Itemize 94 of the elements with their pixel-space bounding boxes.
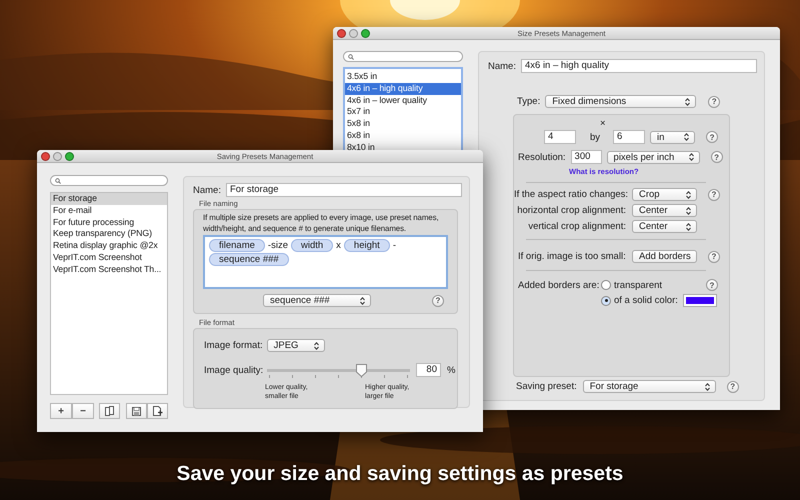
- dropdown[interactable]: JPEG: [266, 339, 325, 352]
- save-button[interactable]: [126, 403, 147, 419]
- help-button[interactable]: ?: [708, 188, 720, 200]
- dropdown[interactable]: Fixed dimensions: [545, 95, 696, 108]
- dropdown[interactable]: Crop: [632, 188, 697, 201]
- field-label: vertical crop alignment:: [527, 221, 626, 232]
- close-button[interactable]: [41, 152, 50, 160]
- field-label: Image format:: [204, 340, 263, 351]
- color-well[interactable]: [682, 294, 717, 307]
- separator-text: x: [336, 240, 341, 251]
- list-item[interactable]: 6x8 in: [345, 130, 461, 142]
- dropdown[interactable]: For storage: [582, 380, 716, 393]
- pages-icon: [105, 406, 114, 416]
- list-item[interactable]: VeprIT.com Screenshot: [51, 252, 167, 264]
- list-item[interactable]: For storage: [51, 193, 167, 205]
- radio-button[interactable]: [601, 296, 611, 306]
- height-field[interactable]: 6: [613, 130, 646, 144]
- list-item[interactable]: 5x7 in: [345, 106, 461, 118]
- help-button[interactable]: ?: [708, 96, 720, 108]
- search-icon: [55, 178, 61, 184]
- field-label: Type:: [517, 96, 540, 107]
- list-item[interactable]: 3.5x5 in: [345, 71, 461, 83]
- dropdown[interactable]: pixels per inch: [606, 150, 700, 164]
- dropdown[interactable]: Add borders: [632, 250, 697, 263]
- field-label: If the aspect ratio changes:: [514, 189, 626, 200]
- help-button[interactable]: ?: [708, 250, 720, 262]
- unit-label: %: [447, 364, 456, 376]
- times-sign: ×: [600, 118, 606, 129]
- updown-arrows-icon: [314, 342, 319, 350]
- dropdown[interactable]: Center: [632, 220, 697, 233]
- filename-field[interactable]: filename -size width x height - sequence ###: [203, 235, 448, 289]
- updown-arrows-icon: [686, 206, 691, 214]
- help-button[interactable]: ?: [432, 294, 444, 306]
- caption: Save your size and saving settings as presets: [176, 462, 624, 486]
- token[interactable]: filename: [209, 239, 265, 252]
- search-icon: [348, 54, 354, 60]
- updown-arrows-icon: [688, 153, 694, 161]
- search-field[interactable]: [50, 175, 168, 186]
- width-field[interactable]: 4: [544, 130, 576, 144]
- updown-arrows-icon: [360, 296, 365, 304]
- option-label: of a solid color:: [614, 295, 678, 306]
- name-field[interactable]: 4x6 in – high quality: [520, 59, 757, 73]
- minimize-button[interactable]: [53, 152, 62, 160]
- zoom-button[interactable]: [65, 152, 74, 160]
- help-button[interactable]: ?: [710, 151, 723, 163]
- updown-arrows-icon: [704, 382, 710, 390]
- option-label: transparent: [614, 280, 662, 290]
- slider-thumb[interactable]: [356, 364, 368, 376]
- token[interactable]: sequence ###: [209, 253, 289, 266]
- list-item[interactable]: 4x6 in – lower quality: [345, 94, 461, 106]
- list-item[interactable]: 5x8 in: [345, 118, 461, 130]
- field-label: Image quality:: [204, 364, 264, 376]
- dropdown[interactable]: Center: [632, 204, 697, 217]
- updown-arrows-icon: [685, 98, 690, 106]
- help-button[interactable]: ?: [706, 131, 718, 143]
- help-button[interactable]: ?: [726, 380, 739, 392]
- separator-text: -size: [268, 240, 288, 251]
- search-field[interactable]: [343, 51, 463, 62]
- radio-button[interactable]: [601, 280, 611, 290]
- separator-text: -: [392, 240, 396, 251]
- minimize-button[interactable]: [349, 28, 358, 38]
- field-label: If orig. image is too small:: [518, 251, 627, 262]
- close-button[interactable]: [337, 28, 346, 38]
- field-label: Added borders are:: [518, 280, 600, 290]
- dropdown[interactable]: sequence ###: [263, 294, 371, 307]
- duplicate-button[interactable]: [99, 403, 120, 419]
- by-label: by: [590, 132, 600, 142]
- list-item[interactable]: 8x10 in: [345, 142, 461, 154]
- zoom-button[interactable]: [361, 28, 370, 38]
- name-field[interactable]: For storage: [226, 183, 462, 197]
- token[interactable]: height: [344, 239, 390, 252]
- list-item[interactable]: VeprIT.com Screenshot Th...: [51, 264, 167, 276]
- quality-field[interactable]: 80: [416, 363, 441, 377]
- list-item[interactable]: Keep transparency (PNG): [51, 228, 167, 240]
- updown-arrows-icon: [686, 222, 691, 230]
- dropdown[interactable]: in: [650, 130, 696, 144]
- field-label: Resolution:: [518, 152, 566, 162]
- field-label: horizontal crop alignment:: [516, 205, 626, 216]
- updown-arrows-icon: [684, 133, 690, 141]
- resolution-field[interactable]: 300: [570, 150, 602, 164]
- field-label: Saving preset:: [516, 381, 577, 392]
- list-item[interactable]: Retina display graphic @2x: [51, 240, 167, 252]
- import-button[interactable]: [147, 403, 168, 419]
- field-label: Name:: [193, 184, 221, 196]
- list-item[interactable]: For e-mail: [51, 204, 167, 217]
- document-plus-icon: [152, 406, 162, 416]
- add-button[interactable]: +: [50, 403, 72, 419]
- updown-arrows-icon: [686, 190, 691, 198]
- help-button[interactable]: ?: [706, 279, 718, 291]
- field-label: Name:: [488, 60, 516, 72]
- list-item[interactable]: For future processing: [51, 216, 167, 228]
- remove-button[interactable]: −: [72, 403, 94, 419]
- token[interactable]: width: [290, 239, 334, 252]
- list-item[interactable]: 4x6 in – high quality: [345, 82, 461, 95]
